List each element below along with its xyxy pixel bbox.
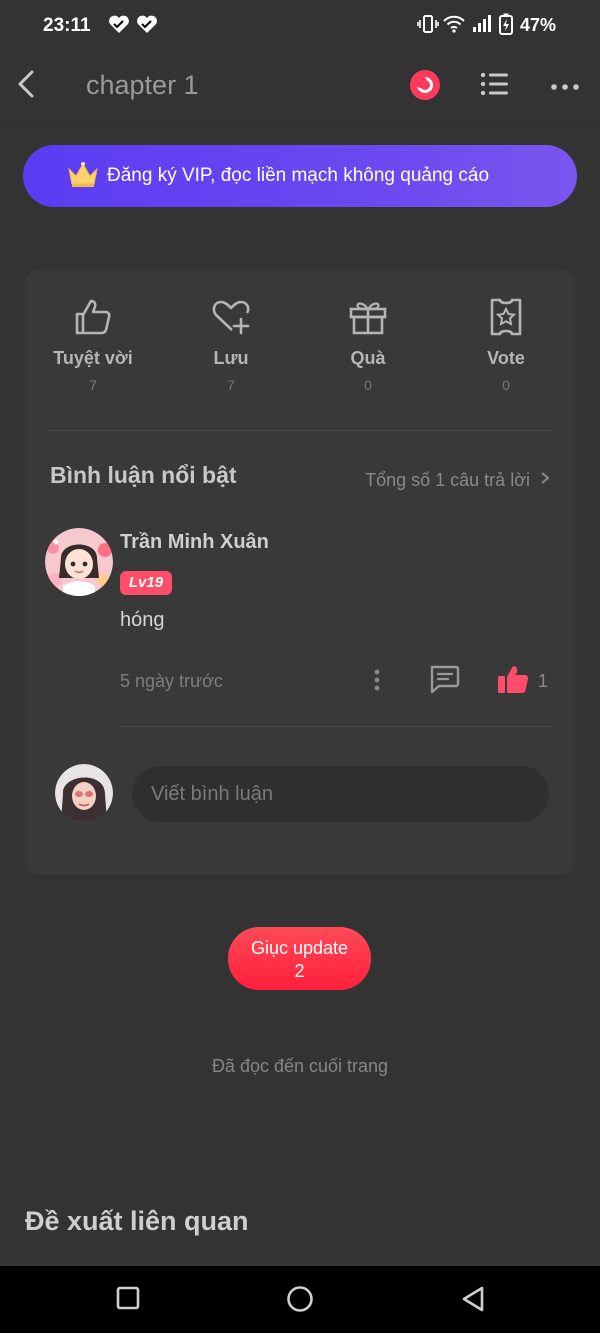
like-count: 1: [538, 671, 549, 691]
reply-icon[interactable]: [428, 664, 460, 699]
action-count: 7: [227, 377, 235, 393]
status-bar: 23:11 47%: [0, 0, 600, 50]
wifi-icon: [443, 14, 465, 39]
vibrate-icon: [417, 14, 439, 39]
heart-notification-icon: [136, 14, 158, 39]
comment-divider: [120, 726, 553, 727]
action-label: Vote: [487, 348, 525, 368]
back-triangle-icon[interactable]: [460, 1285, 486, 1318]
like-icon[interactable]: [497, 664, 529, 699]
card-divider: [47, 430, 553, 431]
vote-ticket-icon: [446, 292, 566, 342]
home-icon[interactable]: [286, 1285, 314, 1318]
crown-icon: [67, 161, 99, 195]
level-badge: Lv19: [120, 571, 172, 595]
chapter-title: chapter 1: [86, 70, 199, 100]
gift-icon: [308, 292, 428, 342]
comment-options-icon[interactable]: [373, 668, 381, 697]
end-of-page-text: Đã đọc đến cuối trang: [211, 1056, 389, 1076]
chapter-list-icon[interactable]: [480, 71, 510, 102]
action-label: Lưu: [213, 348, 249, 368]
battery-percent: 47%: [519, 15, 556, 35]
app-bar: chapter 1: [0, 50, 600, 120]
status-time: 23:11: [43, 15, 91, 36]
signal-icon: [472, 14, 492, 39]
back-arrow-icon[interactable]: [14, 68, 38, 105]
action-count: 7: [89, 377, 97, 393]
thumbs-up-icon: [33, 292, 153, 342]
action-count: 0: [364, 377, 372, 393]
heart-notification-icon: [108, 14, 130, 39]
action-label: Tuyệt vời: [53, 348, 133, 368]
action-label: Quà: [350, 348, 386, 368]
commenter-avatar[interactable]: [45, 528, 113, 596]
comment-text: hóng: [120, 609, 165, 631]
comment-time: 5 ngày trước: [120, 671, 223, 691]
total-replies-text: Tổng số 1 câu trả lời: [365, 470, 530, 490]
vip-banner[interactable]: Đăng ký VIP, đọc liền mạch không quảng c…: [23, 145, 577, 207]
action-great[interactable]: Tuyệt vời 7: [33, 292, 153, 393]
header-divider: [0, 120, 600, 121]
recents-icon[interactable]: [116, 1286, 140, 1315]
chevron-right-icon: [540, 470, 550, 491]
request-update-count: 2: [294, 961, 305, 981]
reading-mode-icon[interactable]: [409, 69, 441, 106]
total-replies-link[interactable]: Tổng số 1 câu trả lời: [365, 470, 550, 491]
request-update-button[interactable]: Giục update 2: [228, 927, 371, 990]
related-section-title: Đề xuất liên quan: [25, 1206, 249, 1236]
action-vote[interactable]: Vote 0: [446, 292, 566, 393]
heart-plus-icon: [171, 292, 291, 342]
commenter-name[interactable]: Trần Minh Xuân: [120, 531, 269, 554]
vip-banner-text: Đăng ký VIP, đọc liền mạch không quảng c…: [107, 165, 490, 186]
action-gift[interactable]: Quà 0: [308, 292, 428, 393]
system-nav-bar: [0, 1266, 600, 1333]
action-save[interactable]: Lưu 7: [171, 292, 291, 393]
action-count: 0: [502, 377, 510, 393]
comment-input[interactable]: [132, 766, 549, 822]
battery-icon: [499, 13, 513, 40]
featured-comments-title: Bình luận nổi bật: [50, 462, 237, 488]
more-options-icon[interactable]: [550, 79, 580, 97]
request-update-label: Giục update: [250, 938, 349, 958]
interaction-card: Tuyệt vời 7 Lưu 7 Quà 0 Vote 0 Bình luận…: [25, 270, 575, 875]
current-user-avatar: [55, 764, 113, 822]
